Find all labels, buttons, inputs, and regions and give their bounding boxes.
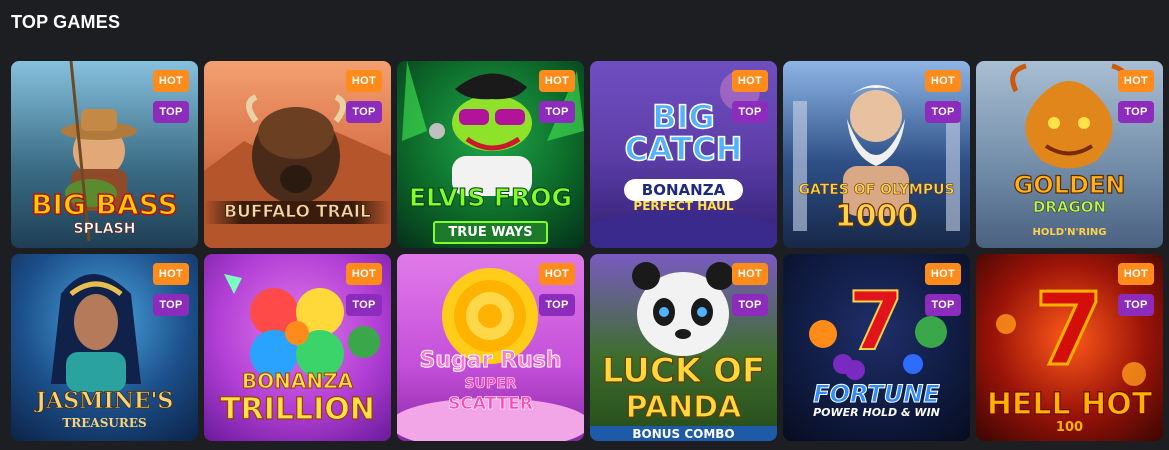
hot-badge: HOT	[1117, 263, 1154, 285]
game-logo-title: GOLDEN	[1013, 171, 1126, 199]
hot-badge: HOT	[152, 263, 189, 285]
game-logo-title: Sugar Rush	[419, 348, 562, 373]
top-badge: TOP	[1118, 101, 1154, 123]
hot-badge: HOT	[924, 70, 961, 92]
game-logo-title: ELVIS FROG	[408, 183, 573, 212]
top-badge: TOP	[153, 294, 189, 316]
hot-badge: HOT	[538, 70, 575, 92]
game-card-golden-dragon[interactable]: GOLDEN DRAGON HOLD'N'RING HOT TOP	[976, 61, 1163, 248]
game-logo-subtitle: SUPER	[464, 376, 517, 393]
game-logo-title: HELL HOT	[986, 387, 1153, 422]
game-card-big-catch-bonanza[interactable]: BIG CATCH BONANZA PERFECT HAUL HOT TOP	[590, 61, 777, 248]
section-title: TOP GAMES	[11, 12, 121, 32]
game-logo-subtitle: PANDA	[625, 389, 742, 425]
game-logo-subtitle-2: BONUS COMBO	[590, 426, 777, 441]
game-card-sugar-rush-super-scatter[interactable]: Sugar Rush SUPER SCATTER HOT TOP	[397, 254, 584, 441]
hot-badge: HOT	[345, 70, 382, 92]
game-card-buffalo-trail[interactable]: BUFFALO TRAIL HOT TOP	[204, 61, 391, 248]
game-card-jasmines-treasures[interactable]: JASMINE'S TREASURES HOT TOP	[11, 254, 198, 441]
game-logo-title: FORTUNE	[813, 380, 941, 408]
top-badge: TOP	[346, 101, 382, 123]
top-badge: TOP	[732, 101, 768, 123]
game-logo-subtitle: TRILLION	[220, 391, 376, 427]
hot-badge: HOT	[538, 263, 575, 285]
svg-text:7: 7	[1034, 271, 1104, 388]
game-logo-title: GATES OF OLYMPUS	[798, 182, 955, 198]
game-card-fortune[interactable]: 7 FORTUNE POWER HOLD & WIN HOT TOP	[783, 254, 970, 441]
game-card-bonanza-trillion[interactable]: BONANZA TRILLION HOT TOP	[204, 254, 391, 441]
game-logo-subtitle: TRUE WAYS	[433, 221, 548, 244]
top-badge: TOP	[153, 101, 189, 123]
game-card-gates-of-olympus-1000[interactable]: GATES OF OLYMPUS 1000 HOT TOP	[783, 61, 970, 248]
game-logo-subtitle: 1000	[834, 198, 919, 234]
svg-text:7: 7	[848, 275, 904, 368]
game-logo-title: JASMINE'S	[35, 388, 174, 414]
top-badge: TOP	[925, 101, 961, 123]
games-grid: BIG BASS SPLASH HOT TOP BUFFALO TRAIL HO…	[11, 61, 1163, 441]
hot-badge: HOT	[924, 263, 961, 285]
top-badge: TOP	[539, 294, 575, 316]
game-logo-subtitle: 100	[1055, 420, 1084, 435]
game-logo-title: BONANZA	[241, 369, 354, 393]
top-games-section: TOP GAMES BIG BASS SPLASH HOT TOP BUFFAL…	[0, 0, 1169, 450]
game-logo-subtitle: SPLASH	[73, 221, 136, 238]
game-card-hell-hot-100[interactable]: 7 HELL HOT 100 HOT TOP	[976, 254, 1163, 441]
top-badge: TOP	[539, 101, 575, 123]
top-badge: TOP	[1118, 294, 1154, 316]
game-logo-subtitle: DRAGON	[1032, 198, 1107, 217]
hot-badge: HOT	[731, 263, 768, 285]
hot-badge: HOT	[152, 70, 189, 92]
hot-badge: HOT	[731, 70, 768, 92]
hot-badge: HOT	[345, 263, 382, 285]
game-logo-subtitle-2: HOLD'N'RING	[1032, 227, 1107, 238]
game-logo-title: BIG BASS	[30, 188, 178, 221]
game-logo-subtitle: TREASURES	[62, 416, 147, 430]
game-logo-subtitle: BONANZA	[624, 179, 743, 201]
top-badge: TOP	[732, 294, 768, 316]
game-card-elvis-frog[interactable]: ELVIS FROG TRUE WAYS HOT TOP	[397, 61, 584, 248]
game-card-big-bass-splash[interactable]: BIG BASS SPLASH HOT TOP	[11, 61, 198, 248]
top-badge: TOP	[346, 294, 382, 316]
hot-badge: HOT	[1117, 70, 1154, 92]
game-logo-title: BUFFALO TRAIL	[204, 201, 391, 224]
game-logo-subtitle-2: PERFECT HAUL	[633, 199, 734, 213]
game-logo-subtitle-2: SCATTER	[448, 394, 533, 415]
top-badge: TOP	[925, 294, 961, 316]
game-logo-title: LUCK OF	[601, 351, 766, 391]
game-card-luck-of-panda[interactable]: LUCK OF PANDA BONUS COMBO HOT TOP	[590, 254, 777, 441]
game-logo-subtitle: POWER HOLD & WIN	[813, 406, 940, 419]
